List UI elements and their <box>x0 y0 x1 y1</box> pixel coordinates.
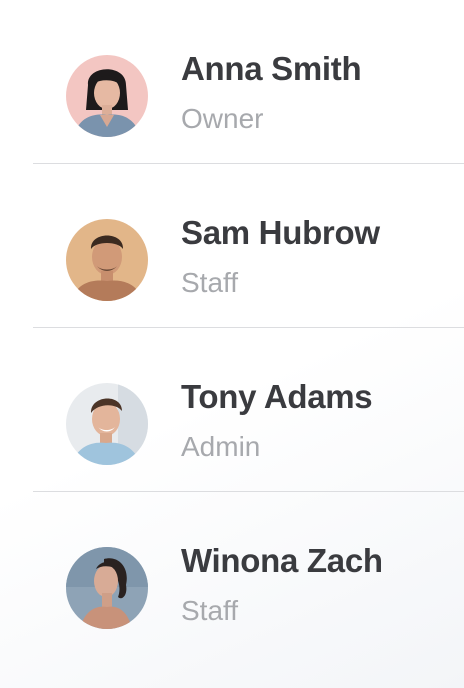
avatar <box>66 383 148 465</box>
member-name: Winona Zach <box>181 542 383 579</box>
list-item[interactable]: Tony Adams Admin <box>0 328 464 492</box>
member-role: Admin <box>181 431 261 462</box>
member-role: Staff <box>181 595 239 626</box>
avatar <box>66 547 148 629</box>
member-name: Tony Adams <box>181 378 373 415</box>
list-item[interactable]: Winona Zach Staff <box>0 492 464 656</box>
list-item[interactable]: Sam Hubrow Staff <box>0 164 464 328</box>
avatar <box>66 55 148 137</box>
avatar <box>66 219 148 301</box>
member-name: Anna Smith <box>181 50 362 87</box>
member-role: Owner <box>181 103 264 134</box>
list-item[interactable]: Anna Smith Owner <box>0 0 464 164</box>
member-list: Anna Smith Owner Sam Hubrow Staff Tony A… <box>0 0 464 656</box>
member-name: Sam Hubrow <box>181 214 380 251</box>
team-members-screen: Anna Smith Owner Sam Hubrow Staff Tony A… <box>0 0 464 688</box>
member-role: Staff <box>181 267 239 298</box>
